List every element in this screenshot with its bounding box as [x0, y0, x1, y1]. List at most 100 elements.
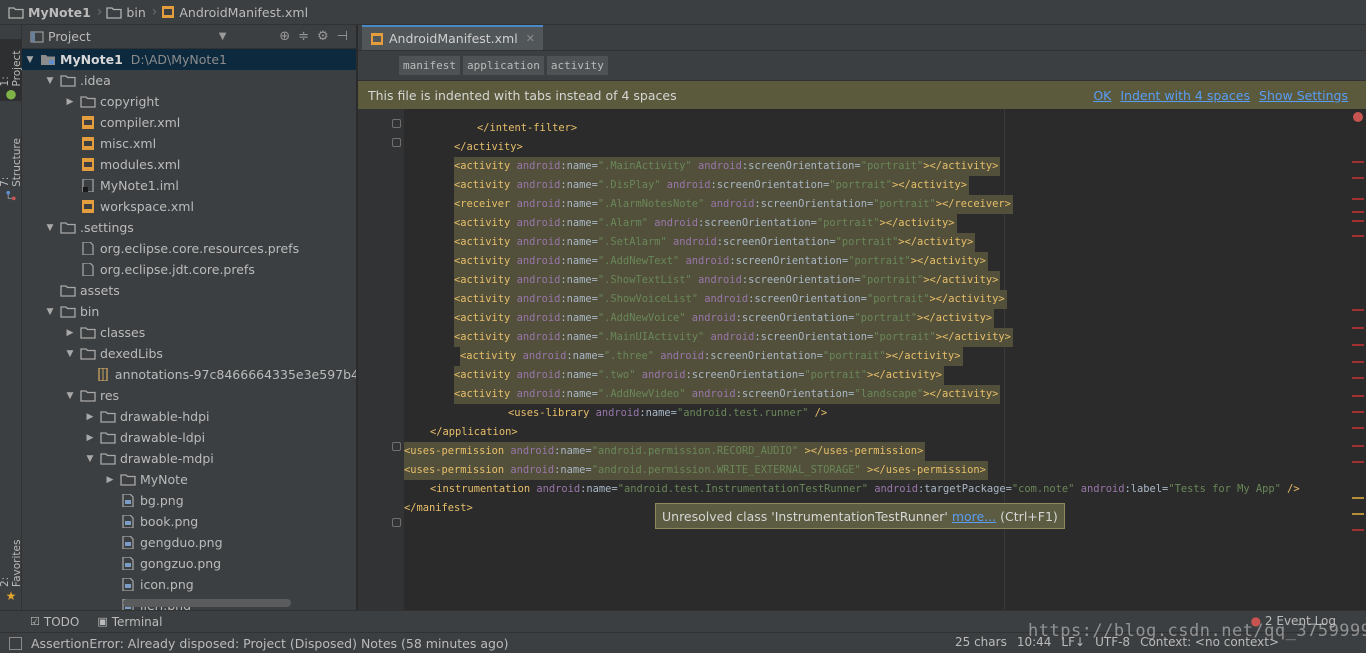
fold-marker-icon[interactable]	[392, 518, 401, 527]
tree-item[interactable]: ▶compiler.xml	[22, 112, 356, 133]
tree-item[interactable]: ▶ MyNote	[22, 469, 356, 490]
fold-marker-icon[interactable]	[392, 138, 401, 147]
error-mark[interactable]	[1352, 461, 1364, 463]
tree-item[interactable]: ▶bg.png	[22, 490, 356, 511]
warning-mark[interactable]	[1352, 497, 1364, 499]
error-mark[interactable]	[1352, 220, 1364, 222]
scroll-from-source-icon[interactable]: ⊕	[279, 29, 290, 44]
tree-item[interactable]: ▶assets	[22, 280, 356, 301]
indent-with-spaces-link[interactable]: Indent with 4 spaces	[1120, 88, 1250, 103]
close-icon[interactable]: ✕	[526, 32, 535, 45]
error-mark[interactable]	[1352, 377, 1364, 379]
chevron-down-icon[interactable]: ▼	[219, 31, 227, 42]
error-mark[interactable]	[1352, 235, 1364, 237]
fold-marker-icon[interactable]	[392, 119, 401, 128]
tree-item[interactable]: ▼ .idea	[22, 70, 356, 91]
expand-arrow-icon[interactable]: ▶	[64, 328, 76, 338]
status-message[interactable]: AssertionError: Already disposed: Projec…	[31, 636, 508, 651]
context-indicator[interactable]: Context: <no context>	[1140, 635, 1279, 649]
caret-position[interactable]: 10:44	[1017, 635, 1052, 649]
collapse-all-icon[interactable]: ≑	[298, 29, 309, 44]
breadcrumb-project[interactable]: MyNote1	[8, 0, 97, 25]
tree-item[interactable]: ▶misc.xml	[22, 133, 356, 154]
tree-item[interactable]: ▶book.png	[22, 511, 356, 532]
tree-item[interactable]: ▼ drawable-mdpi	[22, 448, 356, 469]
show-settings-link[interactable]: Show Settings	[1259, 88, 1348, 103]
tree-item[interactable]: ▶workspace.xml	[22, 196, 356, 217]
error-mark[interactable]	[1352, 211, 1364, 213]
error-mark[interactable]	[1352, 344, 1364, 346]
tree-item[interactable]: ▶ classes	[22, 322, 356, 343]
tree-item[interactable]: ▶ copyright	[22, 91, 356, 112]
warning-mark[interactable]	[1352, 513, 1364, 515]
tree-item[interactable]: ▼ .settings	[22, 217, 356, 238]
tag-crumb-application[interactable]: application	[462, 56, 544, 75]
code-line-activity: <activity android:name=".three" android:…	[460, 347, 963, 366]
expand-arrow-icon[interactable]: ▶	[84, 412, 96, 422]
error-mark[interactable]	[1352, 361, 1364, 363]
hide-panel-icon[interactable]: ⊣	[337, 29, 348, 44]
tag-crumb-manifest[interactable]: manifest	[399, 56, 460, 75]
tree-item[interactable]: ▶gengduo.png	[22, 532, 356, 553]
error-mark[interactable]	[1352, 327, 1364, 329]
event-log-tab[interactable]: ● 2 Event Log	[1251, 614, 1336, 628]
terminal-tab[interactable]: ▣ Terminal	[97, 615, 162, 629]
breadcrumb-bin[interactable]: bin	[106, 0, 151, 25]
code-line: </activity>	[454, 141, 523, 153]
file-encoding[interactable]: UTF-8	[1095, 635, 1130, 649]
tree-item[interactable]: ▶MyNote1.iml	[22, 175, 356, 196]
tree-item[interactable]: ▼ bin	[22, 301, 356, 322]
expand-arrow-icon[interactable]: ▼	[84, 454, 96, 464]
expand-arrow-icon[interactable]: ▶	[84, 433, 96, 443]
error-mark[interactable]	[1352, 445, 1364, 447]
expand-arrow-icon[interactable]: ▼	[24, 55, 36, 65]
tree-item[interactable]: ▶icon.png	[22, 574, 356, 595]
tree-item[interactable]: ▶ drawable-ldpi	[22, 427, 356, 448]
expand-arrow-icon[interactable]: ▼	[44, 307, 56, 317]
tree-item[interactable]: ▶org.eclipse.core.resources.prefs	[22, 238, 356, 259]
code-view[interactable]: </intent-filter> </activity> <activity a…	[404, 109, 1350, 610]
error-mark[interactable]	[1352, 177, 1364, 179]
error-mark[interactable]	[1352, 427, 1364, 429]
tree-item[interactable]: ▶modules.xml	[22, 154, 356, 175]
error-mark[interactable]	[1352, 309, 1364, 311]
tool-windows-icon[interactable]	[9, 636, 22, 650]
gear-icon[interactable]: ⚙	[317, 29, 329, 44]
fold-marker-icon[interactable]	[392, 442, 401, 451]
error-stripe[interactable]	[1350, 109, 1366, 610]
line-separator[interactable]: LF↓	[1061, 635, 1085, 649]
ok-link[interactable]: OK	[1093, 88, 1111, 103]
expand-arrow-icon[interactable]: ▼	[64, 391, 76, 401]
expand-arrow-icon[interactable]: ▶	[104, 475, 116, 485]
error-mark[interactable]	[1352, 198, 1364, 200]
error-mark[interactable]	[1352, 411, 1364, 413]
todo-tab[interactable]: ☑ TODO	[30, 615, 79, 629]
expand-arrow-icon[interactable]: ▼	[64, 349, 76, 359]
horizontal-scrollbar[interactable]	[123, 599, 291, 607]
error-status-icon[interactable]	[1353, 112, 1363, 122]
more-link[interactable]: more...	[952, 509, 996, 524]
tree-item[interactable]: ▶org.eclipse.jdt.core.prefs	[22, 259, 356, 280]
error-mark[interactable]	[1352, 529, 1364, 531]
tab-structure[interactable]: 7: Structure	[0, 129, 23, 201]
expand-arrow-icon[interactable]: ▼	[44, 223, 56, 233]
expand-arrow-icon[interactable]: ▼	[44, 76, 56, 86]
tag-crumb-activity[interactable]: activity	[546, 56, 608, 75]
tab-project[interactable]: 1: Project	[0, 39, 23, 101]
breadcrumb-file[interactable]: AndroidManifest.xml	[161, 0, 314, 25]
tree-item[interactable]: ▶ drawable-hdpi	[22, 406, 356, 427]
error-mark[interactable]	[1352, 395, 1364, 397]
expand-arrow-icon[interactable]: ▶	[64, 97, 76, 107]
editor-tab-bar: AndroidManifest.xml ✕	[358, 25, 1366, 51]
tab-favorites[interactable]: 2: Favorites ★	[0, 531, 23, 603]
error-mark[interactable]	[1352, 161, 1364, 163]
tree-item[interactable]: ▶gongzuo.png	[22, 553, 356, 574]
todo-icon: ☑	[30, 615, 40, 628]
tree-item[interactable]: ▼ dexedLibs	[22, 343, 356, 364]
project-view-selector[interactable]: Project	[48, 29, 91, 44]
editor-tab-androidmanifest[interactable]: AndroidManifest.xml ✕	[362, 25, 543, 50]
tree-root[interactable]: ▼ MyNote1 D:\AD\MyNote1	[22, 49, 356, 70]
tree-item[interactable]: ▶annotations-97c8466664335e3e597b429	[22, 364, 356, 385]
tree-item[interactable]: ▼ res	[22, 385, 356, 406]
code-line-activity: <activity android:name=".ShowTextList" a…	[454, 271, 1001, 290]
